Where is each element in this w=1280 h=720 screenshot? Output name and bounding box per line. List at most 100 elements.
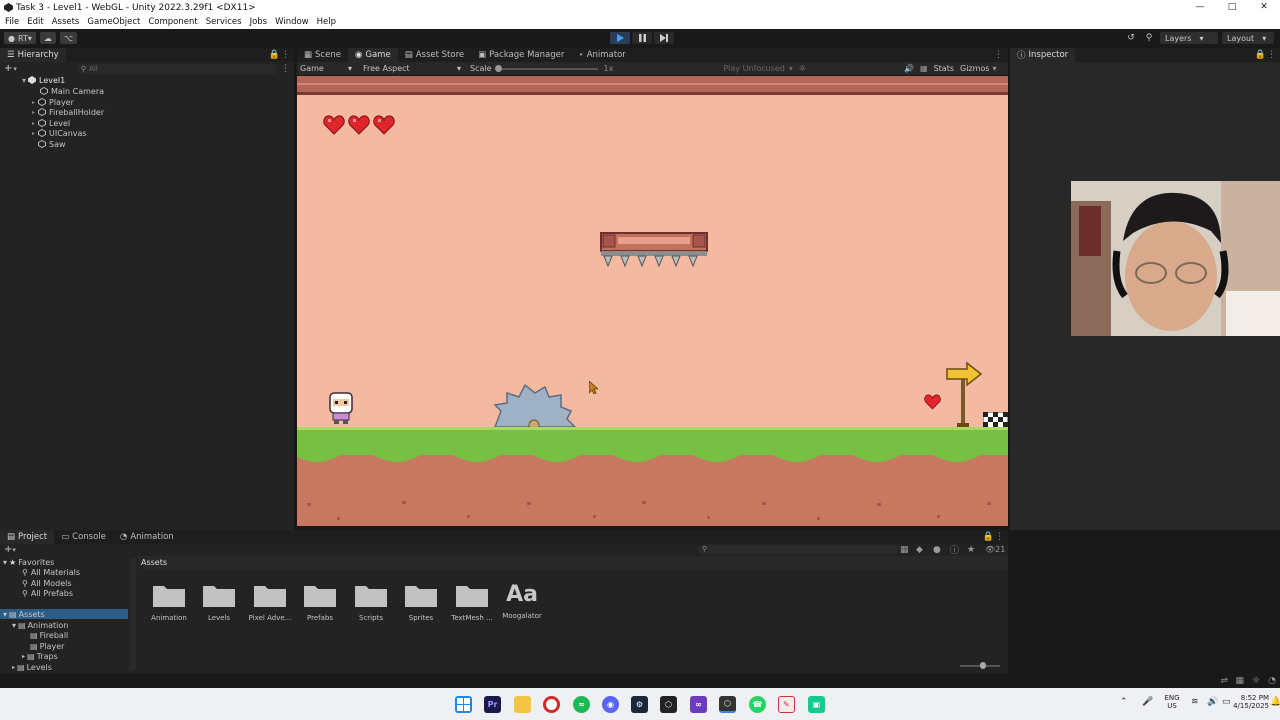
more-options-icon[interactable]: ⋮ <box>281 50 290 60</box>
slider-thumb[interactable] <box>494 64 502 72</box>
steam-icon[interactable]: ⚙ <box>631 696 648 713</box>
add-icon[interactable]: + <box>4 63 12 74</box>
icon-size-slider[interactable] <box>960 662 1000 669</box>
asset-font[interactable]: Aa Moogalator <box>497 582 547 620</box>
premiere-icon[interactable]: Pr <box>484 696 501 713</box>
hierarchy-item[interactable]: ▸ Level <box>32 118 70 128</box>
menu-file[interactable]: File <box>5 17 19 27</box>
wifi-icon[interactable]: ≋ <box>1191 697 1199 707</box>
more-options-icon[interactable]: ⋮ <box>1267 50 1276 60</box>
tree-folder[interactable]: ▤ Player <box>30 641 64 651</box>
volume-icon[interactable]: 🔊 <box>1207 697 1218 707</box>
tree-folder[interactable]: ▸ ▤ Traps <box>22 651 58 661</box>
speaker-icon[interactable]: 🔊 <box>904 64 914 73</box>
hierarchy-item[interactable]: Saw <box>32 139 66 149</box>
notification-bell-icon[interactable]: 🔔 <box>1270 697 1280 707</box>
tab-inspector[interactable]: ⓘ Inspector <box>1010 48 1076 62</box>
add-icon[interactable]: + <box>4 544 12 555</box>
debug-icon[interactable]: ☼ <box>1252 676 1260 686</box>
more-options-icon[interactable]: ⋮ <box>995 532 1004 542</box>
favorites-header[interactable]: ▾ ★ Favorites <box>3 557 54 567</box>
network-icon[interactable]: ⇌ <box>1220 676 1228 686</box>
asset-folder[interactable]: Levels <box>194 582 244 622</box>
minimize-button[interactable]: — <box>1184 0 1216 15</box>
type-filter-icon[interactable]: ◆ <box>916 545 923 555</box>
cloud-button[interactable]: ☁ <box>39 32 56 44</box>
version-control-button[interactable]: ⌥ <box>59 32 78 44</box>
play-mode-dropdown[interactable]: Play Unfocused <box>723 64 785 73</box>
menu-jobs[interactable]: Jobs <box>250 17 268 27</box>
menu-services[interactable]: Services <box>206 17 242 27</box>
gizmos-button[interactable]: Gizmos <box>960 64 989 73</box>
menu-edit[interactable]: Edit <box>27 17 43 27</box>
whatsapp-icon[interactable]: ☎ <box>749 696 766 713</box>
menu-assets[interactable]: Assets <box>52 17 80 27</box>
tab-animation[interactable]: ◔ Animation <box>113 530 181 544</box>
asset-folder[interactable]: Prefabs <box>295 582 345 622</box>
tree-folder[interactable]: ▸ ▤ Levels <box>12 662 52 672</box>
opera-icon[interactable] <box>543 696 560 713</box>
layers-dropdown[interactable]: Layers ▾ <box>1160 32 1218 44</box>
app-icon[interactable]: ▣ <box>808 696 825 713</box>
lock-icon[interactable]: 🔒 <box>269 50 280 60</box>
clock[interactable]: 8:52 PM 4/15/2025 <box>1227 694 1269 710</box>
tree-folder[interactable]: ▤ Fireball <box>30 630 68 640</box>
language-indicator[interactable]: ENG US <box>1163 694 1181 710</box>
tab-console[interactable]: ▭ Console <box>54 530 113 544</box>
layout-dropdown[interactable]: Layout ▾ <box>1222 32 1274 44</box>
lock-icon[interactable]: 🔒 <box>1255 50 1266 60</box>
account-button[interactable]: ● RT ▾ <box>4 32 36 44</box>
spotify-icon[interactable]: ≈ <box>573 696 590 713</box>
scene-filter-icon[interactable]: ▦ <box>900 545 909 555</box>
hierarchy-item[interactable]: Main Camera <box>34 86 104 96</box>
unity-editor-icon[interactable]: ⬡ <box>719 696 736 713</box>
tab-package-manager[interactable]: ▣ Package Manager <box>471 48 571 62</box>
tab-game[interactable]: ◉ Game <box>347 48 398 62</box>
stats-button[interactable]: Stats <box>934 64 954 73</box>
step-button[interactable] <box>654 32 674 44</box>
project-search-input[interactable]: ⚲ <box>698 545 898 554</box>
layers-icon[interactable]: ▦ <box>1235 676 1244 686</box>
asset-folder[interactable]: Animation <box>144 582 194 622</box>
favorite-item[interactable]: ⚲ All Models <box>22 578 72 588</box>
asset-folder[interactable]: Pixel Adve... <box>245 582 295 622</box>
play-button[interactable] <box>610 32 630 44</box>
close-button[interactable]: ✕ <box>1248 0 1280 15</box>
tree-scrollbar[interactable] <box>130 558 136 670</box>
more-options-icon[interactable]: ⋮ <box>994 50 1003 60</box>
asset-folder[interactable]: TextMesh ... <box>447 582 497 622</box>
menu-gameobject[interactable]: GameObject <box>87 17 140 27</box>
game-view[interactable] <box>297 76 1008 526</box>
hierarchy-item[interactable]: ▸ UICanvas <box>32 128 87 138</box>
hierarchy-item[interactable]: ▸ FireballHolder <box>32 107 104 117</box>
asset-folder[interactable]: Sprites <box>396 582 446 622</box>
chevron-up-icon[interactable]: ⌃ <box>1120 697 1128 707</box>
notepad-icon[interactable]: ✎ <box>778 696 795 713</box>
menu-help[interactable]: Help <box>317 17 336 27</box>
aspect-dropdown[interactable]: Free Aspect ▾ <box>360 64 464 73</box>
search-icon[interactable]: ⚲ <box>1142 33 1156 43</box>
layout-grid-icon[interactable]: ▦ <box>920 64 928 73</box>
pause-button[interactable] <box>632 32 652 44</box>
menu-window[interactable]: Window <box>275 17 309 27</box>
display-dropdown[interactable]: Game ▾ <box>297 64 355 73</box>
tab-animator[interactable]: ⋆ Animator <box>571 48 632 62</box>
asset-folder[interactable]: Scripts <box>346 582 396 622</box>
unity-hub-icon[interactable]: ⬡ <box>660 696 677 713</box>
label-filter-icon[interactable]: ● <box>933 545 941 555</box>
lock-icon[interactable]: 🔒 <box>983 532 994 542</box>
assets-root[interactable]: ▾ ▤ Assets <box>0 609 128 619</box>
favorite-item[interactable]: ⚲ All Prefabs <box>22 588 73 598</box>
tab-project[interactable]: ▤ Project <box>0 530 55 544</box>
breadcrumb-item[interactable]: Assets <box>141 558 167 567</box>
hierarchy-item[interactable]: ▸ Player <box>32 97 74 107</box>
tree-folder[interactable]: ▾ ▤ Animation <box>12 620 68 630</box>
star-icon[interactable]: ★ <box>967 545 975 555</box>
visual-studio-icon[interactable]: ∞ <box>690 696 707 713</box>
slider-thumb[interactable] <box>980 662 986 669</box>
history-icon[interactable]: ↺ <box>1124 33 1138 43</box>
more-options-icon[interactable]: ⋮ <box>281 64 290 74</box>
info-icon[interactable]: ⓘ <box>950 543 959 556</box>
tab-asset-store[interactable]: ▤ Asset Store <box>398 48 471 62</box>
favorite-item[interactable]: ⚲ All Materials <box>22 567 80 577</box>
